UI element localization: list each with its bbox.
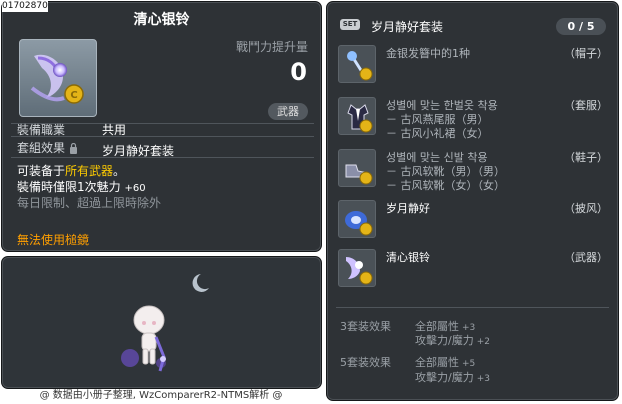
charm-limit-text: 裝備時僅限1次魅力 [17, 180, 121, 194]
bell-icon [346, 257, 373, 285]
bonus-value: +5 [462, 359, 476, 369]
desc-prefix: 可装备于 [17, 164, 66, 178]
divider [11, 157, 314, 158]
divider [11, 136, 314, 137]
set-item-sub: － 古风小礼裙（女） [386, 127, 489, 140]
set-item-slot: （帽子） [564, 47, 608, 60]
item-tooltip-panel: 清心银铃 C 戰鬥力提升量 0 武器 裝備職業 共用 套組效果 岁月静好套装 可… [1, 1, 322, 252]
desc-highlight: 所有武器 [65, 164, 114, 178]
set-item-sub: － 古风软靴（女）（女） [386, 179, 505, 192]
cape-icon [345, 211, 373, 236]
set-item-hat: 金银发簪中的1种 （帽子） [338, 45, 608, 89]
equip-description: 可装备于所有武器。 [17, 162, 125, 179]
set-item-icon-frame [338, 149, 376, 187]
bonus-value: +2 [476, 337, 490, 347]
bonus-stat: 攻擊力/魔力 [415, 334, 474, 347]
charm-limit-bonus: +60 [124, 183, 146, 194]
set-bonus-label: 5套装效果 [340, 356, 391, 369]
item-title: 清心银铃 [133, 12, 190, 28]
set-item-cape: 岁月静好 （披风） [338, 200, 608, 244]
set-badge: SET [340, 19, 360, 30]
set-count-badge: 0 / 5 [556, 18, 606, 35]
lock-icon [70, 143, 77, 154]
set-title: 岁月静好套装 [371, 20, 444, 34]
charm-limit: 裝備時僅限1次魅力 +60 [17, 178, 146, 195]
footer-credit: @ 数据由小册子整理, WzComparerR2-NTMS解析 @ [39, 390, 283, 401]
set-item-weapon: 清心银铃 （武器） [338, 249, 608, 293]
character-preview-panel [1, 256, 322, 389]
shoes-icon [345, 164, 373, 185]
set-item-name: 清心银铃 [386, 251, 430, 264]
character-cheek [152, 321, 156, 325]
set-item-icon-frame [338, 45, 376, 83]
suit-icon [347, 104, 373, 133]
svg-text:C: C [70, 90, 77, 101]
set-item-name: 岁月静好 [386, 202, 430, 215]
moon-icon [192, 274, 209, 292]
set-item-slot: （套服） [564, 99, 608, 112]
divider [336, 307, 609, 308]
set-effect-label: 套組效果 [17, 141, 66, 155]
set-item-slot: （鞋子） [564, 151, 608, 164]
desc-suffix: 。 [113, 164, 126, 178]
bell-icon: C [30, 54, 84, 104]
set-bonus-line: 攻擊力/魔力 +3 [415, 369, 490, 385]
character-cheek [142, 321, 146, 325]
hammer-warning: 無法使用槌鏡 [17, 233, 90, 247]
glow-effect [121, 349, 139, 367]
set-item-icon-frame [338, 249, 376, 287]
set-bonus-line: 全部屬性 +5 [415, 354, 475, 370]
character-preview [121, 274, 209, 372]
item-id: 01702870 [2, 0, 48, 12]
item-icon-frame: C [19, 39, 97, 117]
set-item-icon-frame [338, 97, 376, 135]
set-panel: SET 岁月静好套装 0 / 5 金银发簪中的1种 （帽子） 성별에 맞는 한벌… [326, 1, 619, 401]
set-bonus-line: 攻擊力/魔力 +2 [415, 332, 490, 348]
set-item-icon-frame [338, 200, 376, 238]
character-head [133, 305, 165, 335]
character-leg [149, 348, 156, 365]
attack-increase-label: 戰鬥力提升量 [235, 40, 308, 54]
set-item-slot: （武器） [564, 251, 608, 264]
set-item-name: 金银发簪中的1种 [386, 47, 470, 60]
weapon-bell [160, 356, 166, 362]
bonus-stat: 攻擊力/魔力 [415, 371, 474, 384]
character-leg [142, 348, 149, 365]
category-badge: 武器 [268, 103, 308, 120]
set-bonus-label: 3套装效果 [340, 320, 391, 333]
set-item-overall: 성별에 맞는 한벌옷 착용 （套服） － 古风燕尾服（男） － 古风小礼裙（女） [338, 97, 608, 141]
attack-increase-value: 0 [290, 58, 307, 86]
character-body [141, 332, 157, 352]
set-item-shoes: 성별에 맞는 신발 착용 （鞋子） － 古风软靴（男）（男） － 古风软靴（女）… [338, 149, 608, 193]
set-item-slot: （披风） [564, 202, 608, 215]
bonus-stat: 全部屬性 [415, 356, 459, 369]
hairpin-icon [347, 51, 373, 81]
bonus-value: +3 [476, 374, 490, 384]
limit-note: 每日限制、超過上限時除外 [17, 196, 162, 210]
